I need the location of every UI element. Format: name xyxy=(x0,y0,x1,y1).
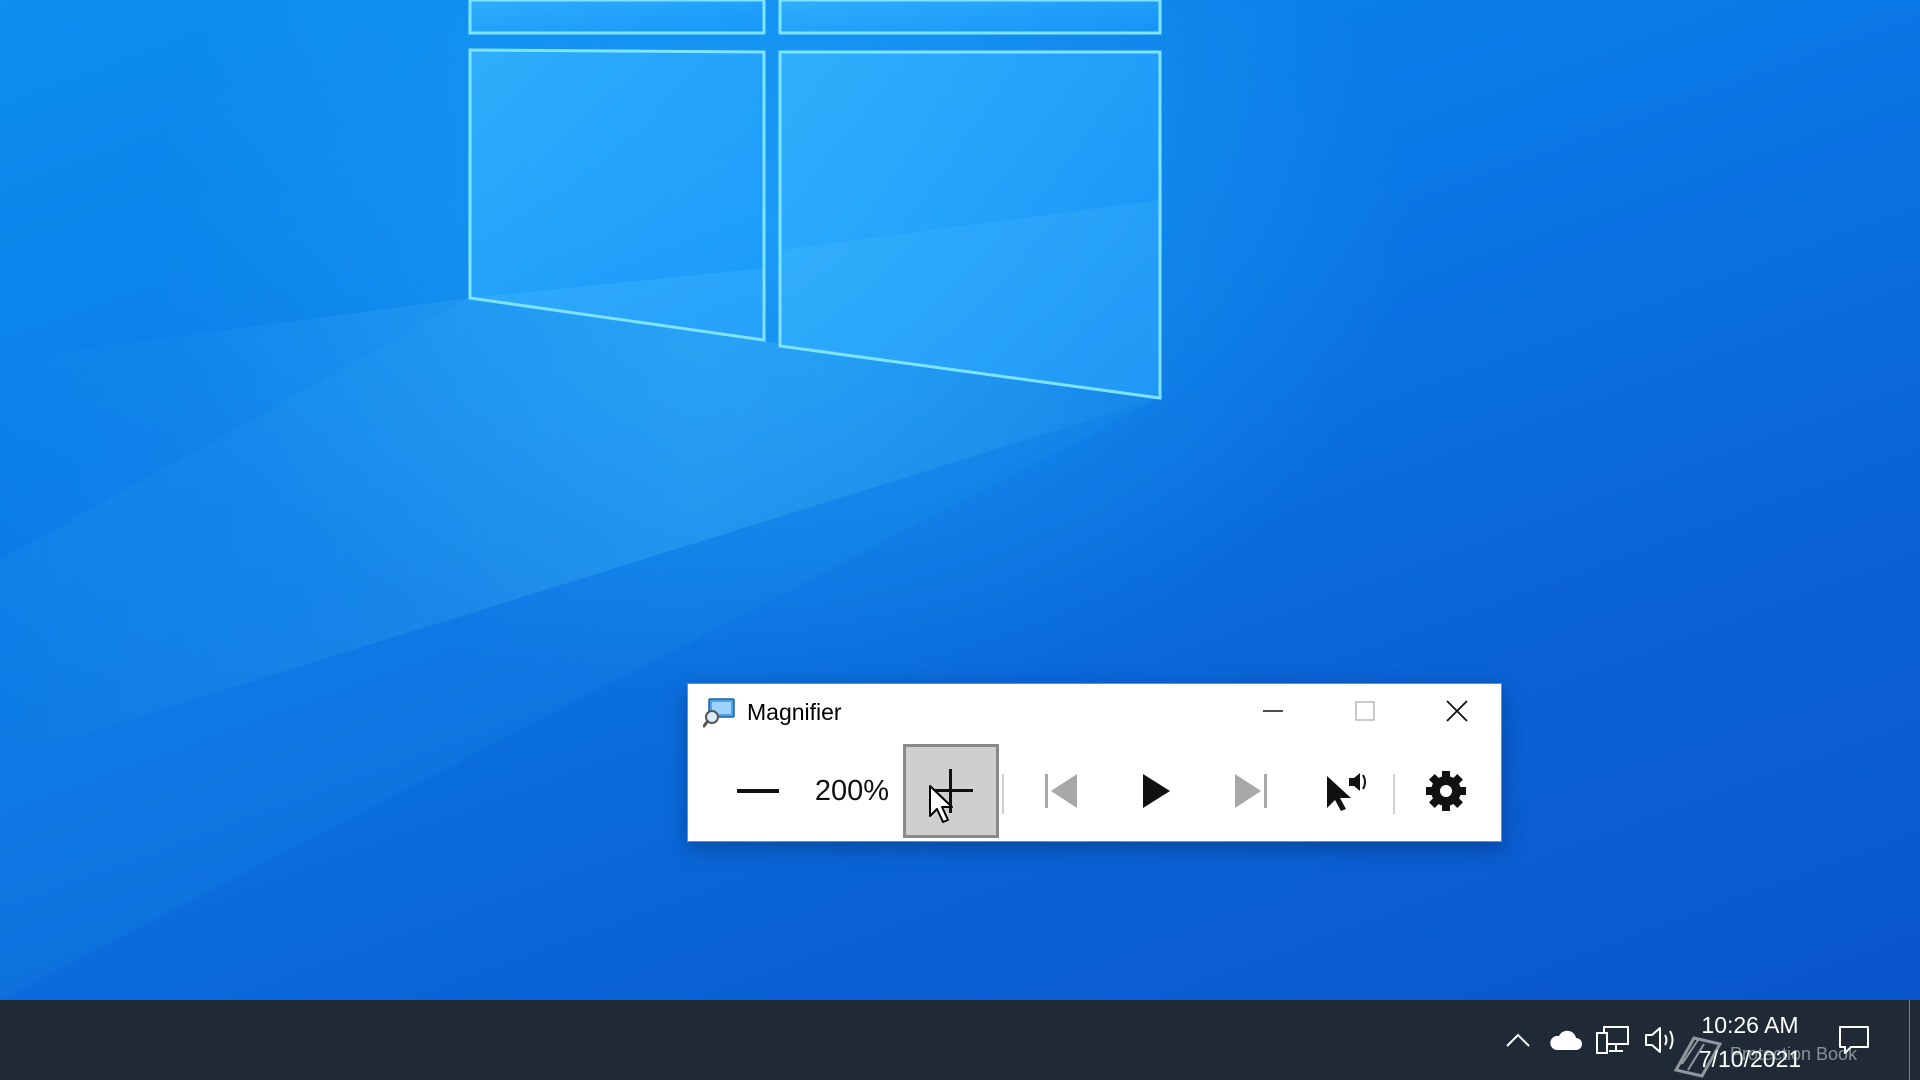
previous-sentence-button[interactable] xyxy=(1016,744,1106,838)
close-button[interactable] xyxy=(1411,684,1503,738)
toolbar-separator xyxy=(1393,774,1395,814)
desktop-wallpaper xyxy=(0,0,1920,1000)
settings-button[interactable] xyxy=(1400,744,1492,838)
mouse-pointer-icon xyxy=(929,785,953,823)
magnifier-toolbar: 200% xyxy=(688,738,1501,842)
magnifier-app-icon xyxy=(703,698,735,728)
maximize-button[interactable] xyxy=(1319,684,1411,738)
watermark: Protection Book xyxy=(1672,1030,1902,1080)
book-logo-icon xyxy=(1673,1036,1723,1078)
watermark-text: Protection Book xyxy=(1730,1044,1858,1064)
toolbar-separator xyxy=(1002,774,1004,814)
pointer-speaker-icon xyxy=(1327,773,1366,811)
show-hidden-icons-button[interactable] xyxy=(1500,1020,1536,1060)
next-sentence-button[interactable] xyxy=(1206,744,1296,838)
windows-logo-wallpaper xyxy=(0,0,1162,1000)
skip-forward-icon xyxy=(1235,774,1267,808)
show-desktop-button[interactable] xyxy=(1909,1000,1920,1080)
title-bar[interactable]: Magnifier xyxy=(688,684,1501,738)
skip-back-icon xyxy=(1045,774,1077,808)
onedrive-tray-button[interactable] xyxy=(1545,1020,1585,1060)
close-icon xyxy=(1446,700,1468,722)
magnifier-window: Magnifier 200% xyxy=(687,683,1502,842)
zoom-level-label: 200% xyxy=(814,774,890,807)
minimize-icon xyxy=(1263,710,1283,712)
play-icon xyxy=(1143,774,1170,808)
read-from-here-button[interactable] xyxy=(1300,744,1392,838)
minimize-button[interactable] xyxy=(1227,684,1319,738)
zoom-out-button[interactable] xyxy=(713,744,803,838)
play-button[interactable] xyxy=(1110,744,1202,838)
network-tray-button[interactable] xyxy=(1593,1018,1633,1062)
window-title: Magnifier xyxy=(747,699,842,725)
gear-icon xyxy=(1426,771,1466,811)
taskbar: 10:26 AM 7/10/2021 xyxy=(0,1000,1920,1080)
maximize-icon xyxy=(1355,701,1375,721)
onedrive-cloud-icon xyxy=(1550,1030,1582,1050)
minus-icon xyxy=(737,789,779,793)
chevron-up-icon xyxy=(1506,1033,1530,1047)
network-icon xyxy=(1596,1026,1629,1054)
